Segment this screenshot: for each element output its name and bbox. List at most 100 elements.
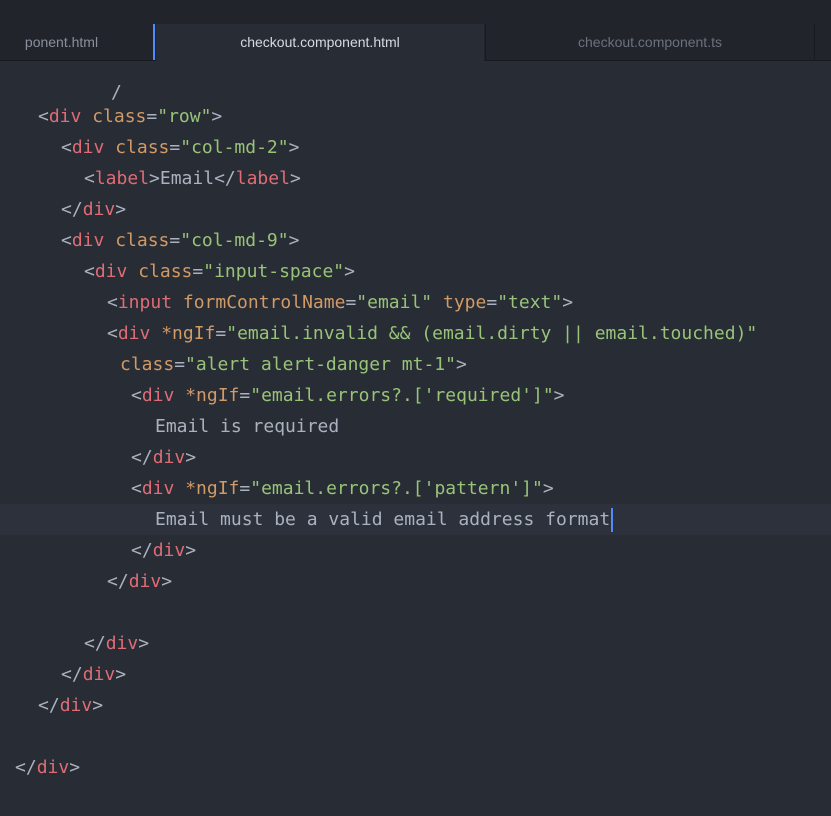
code-token: class <box>138 261 193 282</box>
code-token: </ <box>84 633 106 654</box>
code-token: </ <box>214 168 236 189</box>
code-line: <div class="input-space"> <box>0 256 831 287</box>
code-token: = <box>345 292 357 313</box>
code-token: < <box>61 230 72 251</box>
code-token: > <box>149 168 160 189</box>
code-line: <div class="col-md-2"> <box>0 132 831 163</box>
code-token: class <box>120 354 175 375</box>
code-line: <div class="row"> <box>0 101 831 132</box>
code-line: <div *ngIf="email.errors?.['required']"> <box>0 380 831 411</box>
code-token: div <box>117 323 151 344</box>
code-token: div <box>82 664 116 685</box>
code-token: > <box>185 540 197 561</box>
code-token: > <box>211 106 223 127</box>
code-token: class <box>92 106 147 127</box>
code-token: < <box>131 385 142 406</box>
code-token: formControlName <box>182 292 346 313</box>
code-token: div <box>128 571 162 592</box>
code-line: </div> <box>0 442 831 473</box>
code-token: "input-space" <box>203 261 345 282</box>
code-line-current: Email must be a valid email address form… <box>0 504 831 535</box>
code-token: div <box>48 106 82 127</box>
code-token: class <box>115 137 170 158</box>
code-token: < <box>107 292 118 313</box>
code-token: > <box>553 385 565 406</box>
code-token: "email" <box>356 292 433 313</box>
code-token: *ngIf <box>185 478 240 499</box>
code-token: Email <box>159 168 215 189</box>
code-token: = <box>486 292 498 313</box>
code-token: Email is required <box>155 416 340 437</box>
code-token: type <box>442 292 487 313</box>
code-token: Email must be a valid email address form… <box>155 509 611 530</box>
code-line: <input formControlName="email" type="tex… <box>0 287 831 318</box>
code-token: "email.invalid && (email.dirty || email.… <box>226 323 758 344</box>
code-token: div <box>59 695 93 716</box>
code-token: div <box>105 633 139 654</box>
code-token: = <box>174 354 186 375</box>
code-token: </ <box>131 447 153 468</box>
code-token: "col-md-2" <box>180 137 289 158</box>
code-token: </ <box>131 540 153 561</box>
code-token: div <box>141 385 175 406</box>
code-line: </div> <box>0 566 831 597</box>
code-token: </ <box>107 571 129 592</box>
code-token: < <box>131 478 142 499</box>
code-token: = <box>169 230 181 251</box>
code-token: > <box>288 230 300 251</box>
code-token: div <box>94 261 128 282</box>
code-token: < <box>38 106 49 127</box>
code-token: div <box>71 137 105 158</box>
code-token: </ <box>15 757 37 778</box>
code-token: > <box>115 664 127 685</box>
code-token: > <box>69 757 81 778</box>
code-token: div <box>152 540 186 561</box>
code-token: > <box>344 261 355 282</box>
code-editor[interactable]: / <div class="row"> <div class="col-md-2… <box>0 61 831 816</box>
code-token: = <box>169 137 181 158</box>
code-token: *ngIf <box>161 323 216 344</box>
code-token: > <box>92 695 104 716</box>
code-token: > <box>288 137 300 158</box>
code-token: *ngIf <box>185 385 240 406</box>
code-token: < <box>107 323 118 344</box>
code-line: / <box>0 46 831 103</box>
code-token: label <box>94 168 150 189</box>
code-line: <div *ngIf="email.invalid && (email.dirt… <box>0 318 831 349</box>
code-token: </ <box>61 199 83 220</box>
code-line: </div> <box>0 194 831 225</box>
code-token: "text" <box>497 292 563 313</box>
code-token: > <box>289 168 301 189</box>
code-token: "alert alert-danger mt-1" <box>185 354 456 375</box>
code-token: "email.errors?.['required']" <box>250 385 554 406</box>
code-token: class <box>115 230 170 251</box>
code-token: > <box>138 633 150 654</box>
code-token: label <box>235 168 290 189</box>
code-line: </div> <box>0 535 831 566</box>
code-line: </div> <box>0 752 831 783</box>
code-token: < <box>84 168 95 189</box>
code-token: > <box>115 199 127 220</box>
code-token: > <box>542 478 554 499</box>
editor-window: ponent.html checkout.component.html chec… <box>0 0 831 816</box>
code-token: </ <box>61 664 83 685</box>
code-token: < <box>84 261 95 282</box>
code-line: </div> <box>0 659 831 690</box>
code-line: Email is required <box>0 411 831 442</box>
code-token: div <box>71 230 105 251</box>
code-token: < <box>61 137 72 158</box>
code-token: </ <box>38 695 60 716</box>
code-token: div <box>141 478 175 499</box>
code-token: = <box>192 261 204 282</box>
code-token: / <box>111 82 122 103</box>
code-token: "col-md-9" <box>180 230 289 251</box>
code-token: > <box>455 354 467 375</box>
code-token: div <box>152 447 186 468</box>
